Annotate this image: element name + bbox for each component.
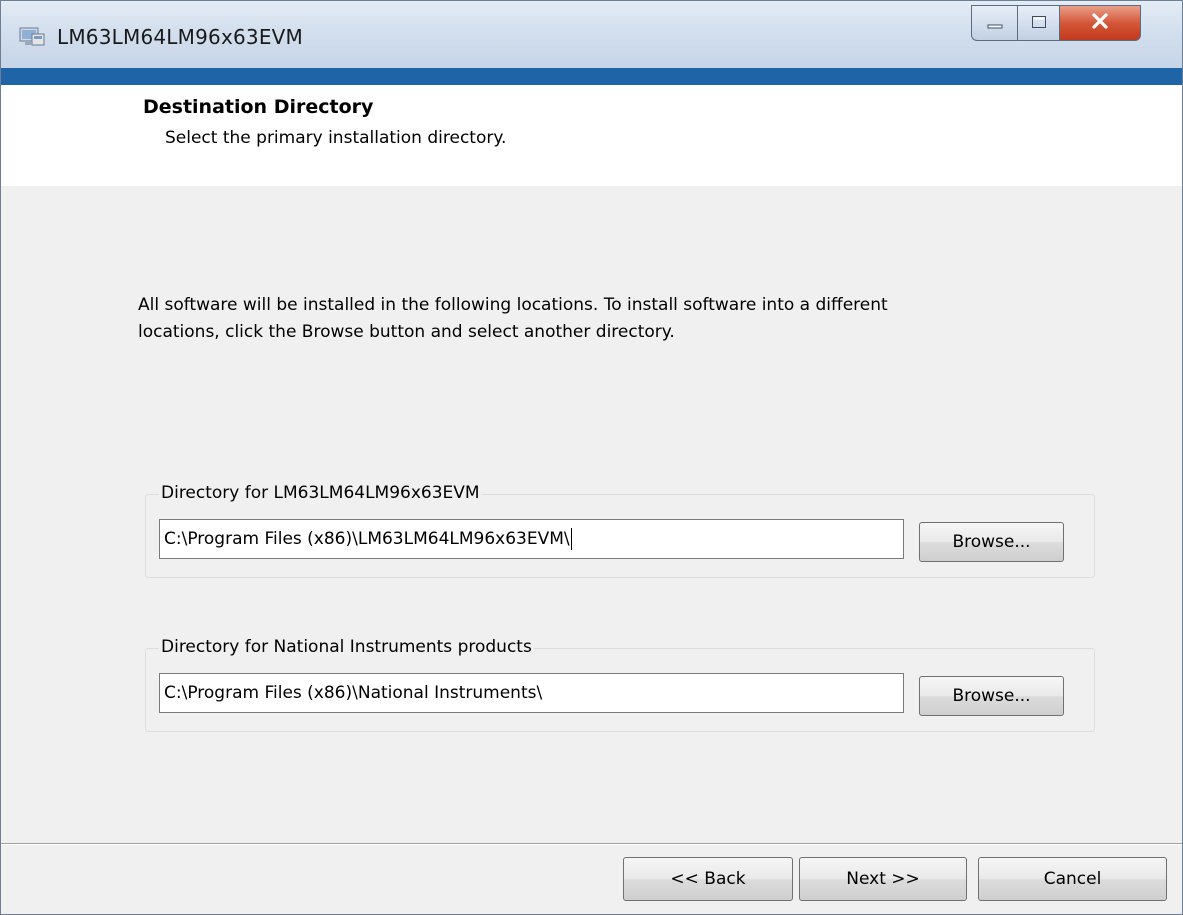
cancel-button[interactable]: Cancel xyxy=(978,857,1167,901)
back-button[interactable]: << Back xyxy=(623,857,793,901)
next-button[interactable]: Next >> xyxy=(799,857,967,901)
text-caret xyxy=(570,528,572,550)
product-directory-value: C:\Program Files (x86)\LM63LM64LM96x63EV… xyxy=(164,529,570,549)
directory-label-product: Directory for LM63LM64LM96x63EVM xyxy=(159,483,482,503)
minimize-button[interactable] xyxy=(971,5,1017,41)
page-title: Destination Directory xyxy=(143,96,374,118)
ni-directory-input[interactable]: C:\Program Files (x86)\National Instrume… xyxy=(159,673,904,713)
instructions-text: All software will be installed in the fo… xyxy=(138,295,888,342)
accent-bar xyxy=(1,68,1182,85)
close-icon xyxy=(1091,13,1109,33)
minimize-icon xyxy=(987,14,1003,33)
product-directory-input[interactable]: C:\Program Files (x86)\LM63LM64LM96x63EV… xyxy=(159,519,904,559)
footer-divider xyxy=(1,843,1182,845)
caption-buttons xyxy=(971,5,1175,43)
title-bar[interactable]: LM63LM64LM96x63EVM xyxy=(1,1,1182,68)
window-title: LM63LM64LM96x63EVM xyxy=(57,25,304,49)
browse-product-button[interactable]: Browse... xyxy=(919,522,1064,562)
maximize-button[interactable] xyxy=(1017,5,1059,41)
maximize-icon xyxy=(1031,14,1047,33)
installer-window: LM63LM64LM96x63EVM Destination Directory… xyxy=(0,0,1183,915)
installer-icon xyxy=(19,25,45,47)
browse-ni-button[interactable]: Browse... xyxy=(919,676,1064,716)
close-button[interactable] xyxy=(1059,5,1141,41)
page-subtitle: Select the primary installation director… xyxy=(165,128,507,148)
directory-label-ni: Directory for National Instruments produ… xyxy=(159,637,534,657)
ni-directory-value: C:\Program Files (x86)\National Instrume… xyxy=(164,683,543,703)
